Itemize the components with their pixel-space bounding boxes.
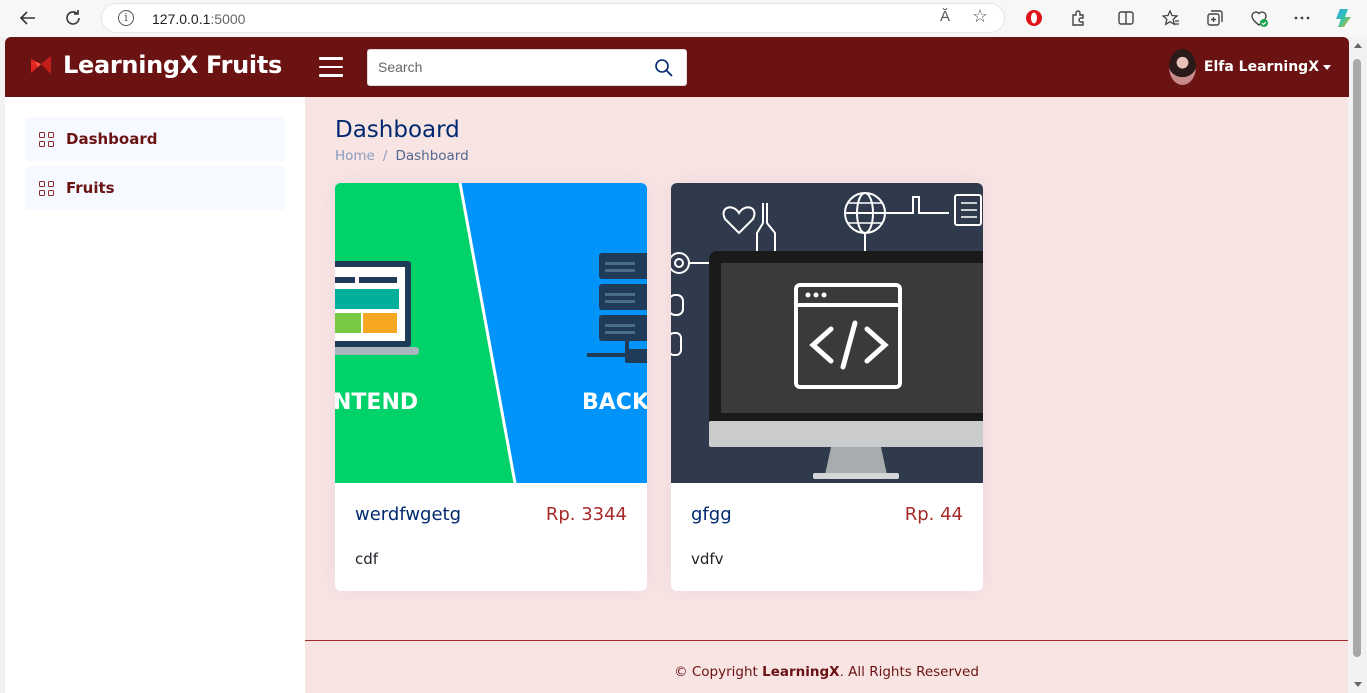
scroll-up-icon[interactable] bbox=[1354, 43, 1362, 48]
site-info-icon[interactable]: i bbox=[118, 10, 134, 26]
favorites-icon[interactable] bbox=[1160, 7, 1182, 29]
breadcrumb-current: Dashboard bbox=[395, 148, 469, 164]
sidebar-item-dashboard[interactable]: Dashboard bbox=[25, 117, 285, 161]
more-options-icon[interactable] bbox=[1291, 7, 1313, 29]
user-name: Elfa LearningX bbox=[1203, 59, 1319, 75]
product-card[interactable]: gfgg Rp. 44 vdfv bbox=[671, 183, 983, 591]
grid-icon bbox=[39, 180, 54, 196]
search-input[interactable] bbox=[378, 59, 638, 75]
browser-essentials-icon[interactable] bbox=[1248, 7, 1270, 29]
breadcrumb-home-link[interactable]: Home bbox=[335, 148, 375, 164]
breadcrumb: Home / Dashboard bbox=[335, 148, 469, 164]
page-scrollbar[interactable] bbox=[1349, 37, 1367, 693]
scroll-down-icon[interactable] bbox=[1354, 682, 1362, 687]
scrollbar-thumb[interactable] bbox=[1353, 59, 1361, 657]
user-menu[interactable]: Elfa LearningX bbox=[1168, 49, 1331, 85]
favorite-star-icon[interactable]: ☆ bbox=[972, 6, 988, 27]
copilot-icon[interactable] bbox=[1333, 7, 1355, 29]
sidebar-item-fruits[interactable]: Fruits bbox=[25, 166, 285, 210]
chevron-down-icon bbox=[1323, 64, 1331, 70]
frontend-text: NTEND bbox=[335, 390, 418, 415]
sidebar: Dashboard Fruits bbox=[5, 97, 305, 693]
card-description: cdf bbox=[355, 550, 379, 568]
url-text: 127.0.0.1:5000 bbox=[152, 11, 246, 27]
card-price: Rp. 3344 bbox=[545, 504, 627, 525]
footer-divider bbox=[305, 640, 1348, 641]
backend-text: BACK bbox=[582, 390, 647, 415]
app-header: LearningX Fruits Elfa LearningX bbox=[5, 37, 1349, 97]
product-image bbox=[671, 183, 983, 483]
app-title: LearningX Fruits bbox=[63, 51, 283, 79]
browser-toolbar: i 127.0.0.1:5000 Ă ☆ bbox=[0, 0, 1367, 37]
refresh-icon[interactable] bbox=[61, 6, 85, 30]
sidebar-item-label: Fruits bbox=[66, 179, 115, 197]
address-bar[interactable]: i 127.0.0.1:5000 Ă ☆ bbox=[101, 3, 1005, 33]
page-title: Dashboard bbox=[335, 117, 460, 143]
back-arrow-icon[interactable] bbox=[16, 6, 40, 30]
search-bar bbox=[367, 49, 687, 86]
search-icon[interactable] bbox=[654, 58, 674, 78]
card-title: gfgg bbox=[691, 504, 732, 525]
app-logo[interactable]: LearningX Fruits bbox=[29, 51, 282, 79]
product-card[interactable]: NTEND BACK werdfwgetg Rp. 3344 cdf bbox=[335, 183, 647, 591]
breadcrumb-separator: / bbox=[382, 148, 388, 164]
logo-mark-icon bbox=[29, 53, 53, 77]
opera-extension-icon[interactable] bbox=[1023, 7, 1045, 29]
sidebar-item-label: Dashboard bbox=[66, 130, 158, 148]
grid-icon bbox=[39, 131, 54, 147]
card-title: werdfwgetg bbox=[355, 504, 462, 525]
main-content: Dashboard Home / Dashboard NTEND BACK we… bbox=[305, 97, 1348, 693]
toggle-sidebar-icon[interactable] bbox=[319, 57, 343, 77]
collections-icon[interactable] bbox=[1204, 7, 1226, 29]
footer-copyright: © Copyright LearningX. All Rights Reserv… bbox=[674, 664, 979, 680]
footer-brand: LearningX bbox=[762, 664, 840, 680]
avatar bbox=[1168, 49, 1196, 85]
card-price: Rp. 44 bbox=[904, 504, 963, 525]
extensions-puzzle-icon[interactable] bbox=[1067, 7, 1089, 29]
read-aloud-icon[interactable]: Ă bbox=[940, 8, 950, 25]
split-screen-icon[interactable] bbox=[1115, 7, 1137, 29]
product-image: NTEND BACK bbox=[335, 183, 647, 483]
card-description: vdfv bbox=[691, 550, 724, 568]
